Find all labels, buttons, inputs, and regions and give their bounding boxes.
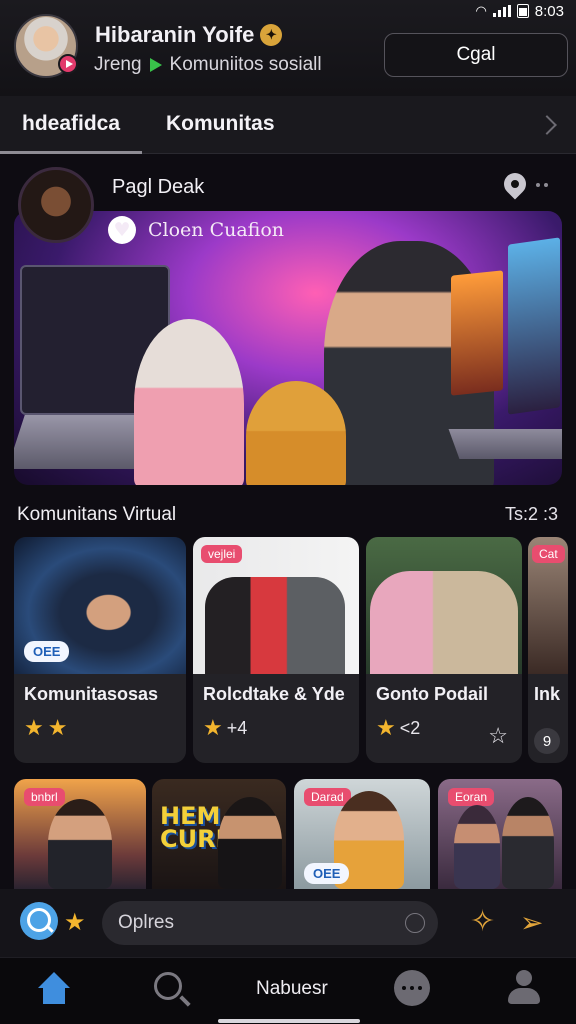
card-title: Komunitasosas xyxy=(24,684,159,704)
card-rating: ★ ★ xyxy=(24,717,67,739)
voice-icon[interactable] xyxy=(405,913,425,933)
status-time: 8:03 xyxy=(534,2,564,20)
card-tag: OEE xyxy=(24,641,70,662)
search-input[interactable] xyxy=(102,901,438,945)
community-card[interactable]: vejlei Rolcdtake & Yde ★ +4 xyxy=(193,537,359,763)
community-thumb[interactable]: HEM CURIK xyxy=(152,779,286,889)
star-icon: ★ xyxy=(47,715,68,740)
section-title: Komunitans Virtual xyxy=(17,504,177,525)
person-illustration xyxy=(48,799,112,889)
tab-bar: hdeafidca Komunitas xyxy=(0,96,576,154)
location-pin-icon[interactable] xyxy=(499,168,531,200)
chat-icon[interactable] xyxy=(394,970,430,1006)
send-icon[interactable]: ➢ xyxy=(520,906,543,939)
search-icon[interactable] xyxy=(20,902,58,940)
search-nav-icon[interactable] xyxy=(154,972,182,1000)
play-arrow-icon xyxy=(149,58,162,72)
feature-banner[interactable] xyxy=(14,211,562,485)
card-badge: Cat xyxy=(532,545,565,563)
thumb-tag: OEE xyxy=(304,863,350,884)
banner-caption-text: Cloen Cuafion xyxy=(148,219,285,241)
person-hijab-white xyxy=(134,319,244,485)
rating-extra: +4 xyxy=(226,717,248,738)
chevron-right-icon[interactable] xyxy=(537,115,557,135)
wifi-icon: ◠ xyxy=(475,3,487,18)
poster-right xyxy=(508,237,560,415)
star-icon: ★ xyxy=(376,715,396,740)
banner-caption: ♥ Cloen Cuafion xyxy=(108,216,284,244)
section-count[interactable]: Ts:2 :3 xyxy=(505,504,558,525)
profile-name: Hibaranin Yoife xyxy=(95,22,255,47)
person-hijab-orange xyxy=(246,381,346,485)
feature-title: Pagl Deak xyxy=(112,176,205,198)
thumb-badge: bnbrl xyxy=(24,788,65,806)
status-bar: ◠ 8:03 xyxy=(475,0,564,22)
star-icon: ★ xyxy=(24,715,44,740)
home-indicator xyxy=(218,1019,360,1023)
card-rating: ★ +4 xyxy=(203,717,247,739)
community-thumb[interactable]: Eoran xyxy=(438,779,562,889)
thumb-badge: Darad xyxy=(304,788,351,806)
card-rating: ★ <2 xyxy=(376,717,420,739)
person-illustration xyxy=(218,797,282,889)
live-play-icon[interactable] xyxy=(58,54,78,74)
header-action-button[interactable]: Cgal xyxy=(384,33,568,77)
person-illustration xyxy=(454,805,500,889)
card-title: Rolcdtake & Yde xyxy=(203,684,345,704)
profile-subtitle: Jreng Komuniitos sosiall xyxy=(94,54,322,76)
card-title: Gonto Podail xyxy=(376,684,488,704)
thumb-badge: Eoran xyxy=(448,788,495,806)
profile-name-row: Hibaranin Yoife ✦ xyxy=(95,22,283,48)
more-options-icon[interactable] xyxy=(536,183,548,187)
card-image xyxy=(366,537,522,674)
poster-left xyxy=(451,270,503,396)
verified-badge-icon: ✦ xyxy=(260,24,283,46)
active-tab-indicator xyxy=(0,151,142,154)
nav-center-label[interactable]: Nabuesr xyxy=(256,978,328,1000)
star-icon: ★ xyxy=(203,715,223,740)
sparkle-icon[interactable]: ✧ xyxy=(470,904,495,939)
tab-home[interactable]: hdeafidca xyxy=(22,112,120,136)
community-card[interactable]: Cat Ink 9 xyxy=(528,537,568,763)
star-icon[interactable]: ★ xyxy=(64,908,86,937)
home-icon[interactable] xyxy=(36,972,72,1006)
heart-icon[interactable]: ♥ xyxy=(108,216,136,244)
tab-komunitas[interactable]: Komunitas xyxy=(166,112,275,136)
signal-icon xyxy=(492,5,511,17)
card-badge: vejlei xyxy=(201,545,243,563)
community-card[interactable]: OEE Komunitasosas ★ ★ xyxy=(14,537,186,763)
community-thumb[interactable]: bnbrl xyxy=(14,779,146,889)
community-thumb[interactable]: Darad OEE xyxy=(294,779,430,889)
profile-avatar[interactable] xyxy=(14,14,78,78)
rating-extra: <2 xyxy=(399,717,421,738)
favorite-star-icon[interactable]: ☆ xyxy=(488,723,508,749)
laptop-right-illustration xyxy=(448,429,562,459)
battery-icon xyxy=(516,4,529,18)
card-title: Ink xyxy=(534,684,561,704)
community-card[interactable]: Gonto Podail ★ <2 ☆ xyxy=(366,537,522,763)
profile-icon[interactable] xyxy=(508,970,540,1006)
subtitle-left: Jreng xyxy=(94,54,142,75)
feature-author-avatar[interactable] xyxy=(18,167,94,243)
person-illustration xyxy=(502,797,554,889)
card-count: 9 xyxy=(534,728,560,754)
subtitle-right: Komuniitos sosiall xyxy=(169,54,322,75)
